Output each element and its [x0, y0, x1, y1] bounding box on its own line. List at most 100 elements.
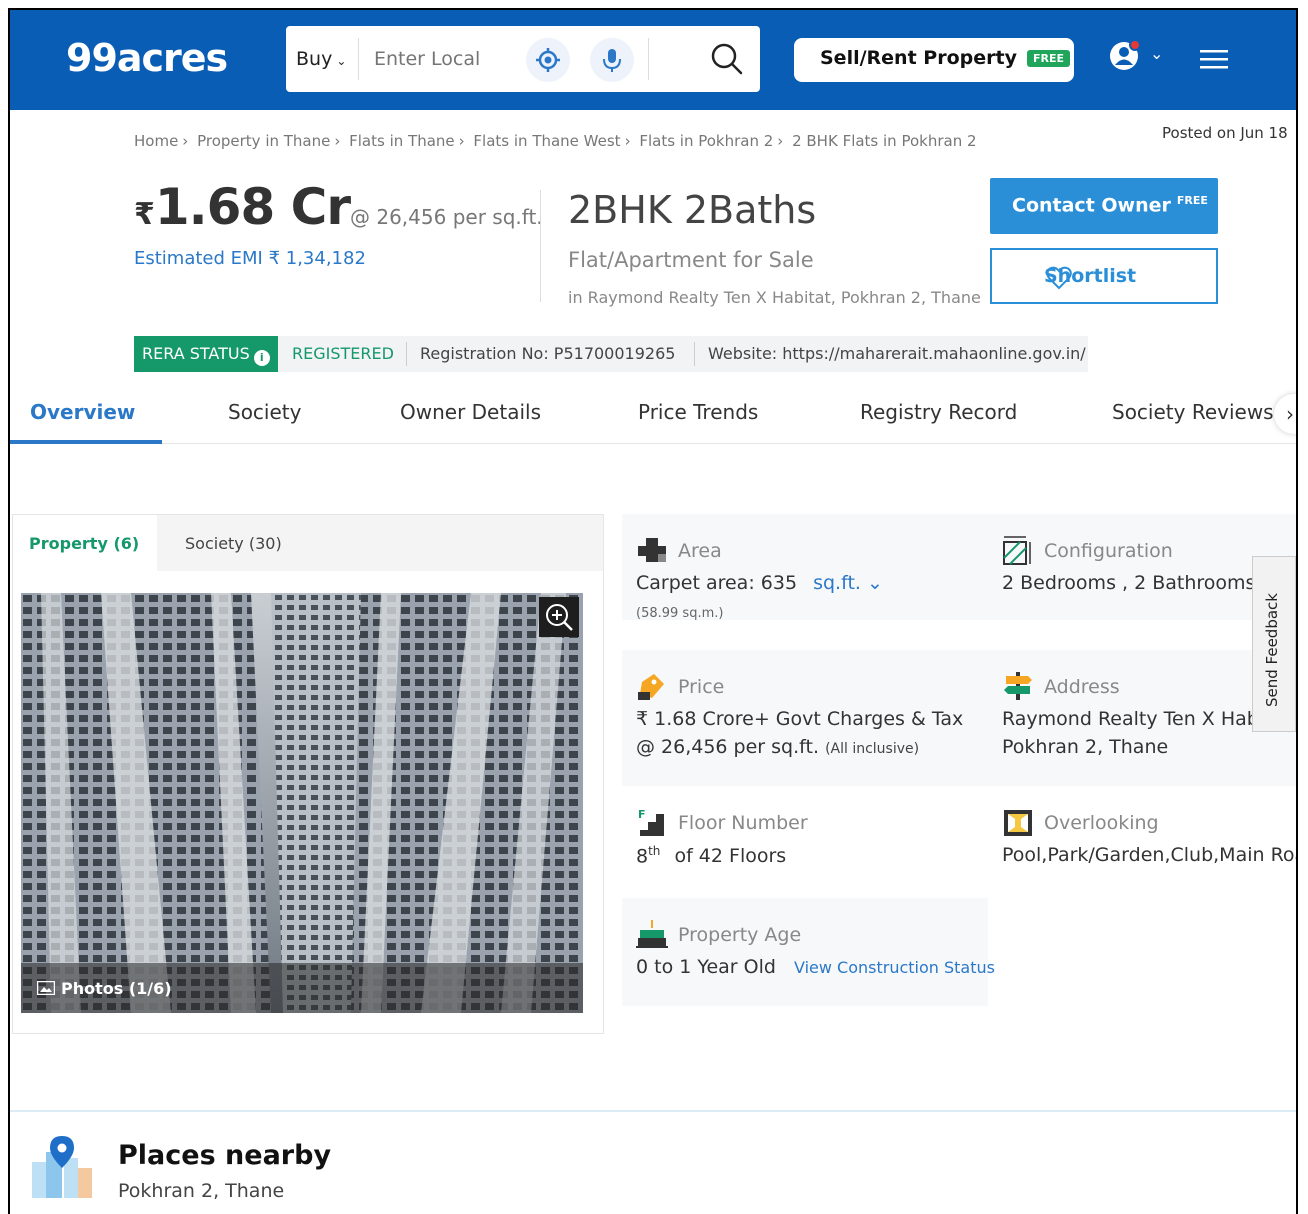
tab-overview[interactable]: Overview	[30, 400, 135, 424]
unit-dropdown[interactable]: sq.ft. ⌄	[813, 572, 883, 594]
search-bar: Buy ⌄	[286, 26, 760, 92]
cake-age-icon	[636, 920, 668, 948]
price-amount: 1.68 Cr	[154, 178, 351, 236]
tab-owner-details[interactable]: Owner Details	[400, 400, 541, 424]
all-inclusive-note: (All inclusive)	[825, 741, 920, 757]
posted-date: Posted on Jun 18	[1162, 124, 1288, 142]
sell-rent-property-button[interactable]: Sell/Rent Property FREE	[794, 38, 1074, 82]
breadcrumb-separator: ›	[334, 132, 341, 150]
listing-title: 2BHK 2Baths	[568, 188, 817, 232]
area-sqm: (58.99 sq.m.)	[636, 606, 724, 621]
detail-overlooking: Overlooking Pool,Park/Garden,Club,Main R…	[988, 786, 1298, 890]
overlooking-label: Overlooking	[1044, 812, 1159, 834]
magnifier-plus-icon	[546, 604, 573, 631]
rera-bar: RERA STATUS i REGISTERED Registration No:…	[134, 336, 1088, 372]
overlooking-value: Pool,Park/Garden,Club,Main Road	[1002, 844, 1298, 866]
gallery-tabs: Property (6) Society (30)	[13, 515, 603, 571]
shortlist-button[interactable]: Shortlist	[990, 248, 1218, 304]
site-logo[interactable]: 99acres	[66, 36, 228, 80]
chevron-right-icon: ›	[1286, 402, 1294, 426]
buy-dropdown[interactable]: Buy ⌄	[296, 48, 346, 70]
tab-price-trends[interactable]: Price Trends	[638, 400, 758, 424]
locality-search-input[interactable]	[374, 44, 514, 74]
rera-website[interactable]: Website: https://maharerait.mahaonline.g…	[708, 344, 1086, 363]
tab-society[interactable]: Society	[228, 400, 301, 424]
property-photo[interactable]: Photos (1/6)	[21, 593, 583, 1013]
image-icon	[37, 981, 55, 995]
price-value: ₹ 1.68 Crore+ Govt Charges & Tax	[636, 708, 964, 730]
property-location: in Raymond Realty Ten X Habitat, Pokhran…	[568, 288, 981, 307]
carpet-area-text: Carpet area: 635	[636, 572, 798, 594]
heart-icon	[1046, 266, 1072, 290]
detail-property-age: Property Age 0 to 1 Year Old View Constr…	[622, 898, 995, 1006]
chevron-down-icon[interactable]: ⌄	[1150, 44, 1163, 63]
gallery-tab-society[interactable]: Society (30)	[157, 515, 357, 571]
rera-registration-number: Registration No: P51700019265	[420, 344, 676, 363]
view-construction-status-link[interactable]: View Construction Status	[794, 958, 995, 977]
address-label: Address	[1044, 676, 1120, 698]
breadcrumb-separator: ›	[624, 132, 631, 150]
tabs-next-arrow[interactable]: ›	[1274, 394, 1296, 434]
city-location-pin-icon	[32, 1136, 92, 1198]
page-scrollbar[interactable]	[1296, 110, 1298, 260]
gallery-tab-property[interactable]: Property (6)	[13, 515, 157, 571]
sell-button-label: Sell/Rent Property	[820, 47, 1017, 69]
breadcrumb: Home › Property in Thane › Flats in Thane ›…	[134, 132, 981, 150]
breadcrumb-separator: ›	[458, 132, 465, 150]
photo-counter-bar: Photos (1/6)	[21, 963, 583, 1013]
locate-me-button[interactable]	[526, 38, 570, 82]
breadcrumb-item[interactable]: Property in Thane	[197, 132, 330, 150]
tab-registry-record[interactable]: Registry Record	[860, 400, 1017, 424]
tab-society-reviews[interactable]: Society Reviews	[1112, 400, 1274, 424]
detail-area: Area Carpet area: 635 sq.ft. ⌄ (58.99 sq…	[622, 514, 988, 621]
price-label: Price	[678, 676, 725, 698]
user-account-icon[interactable]	[1108, 38, 1142, 72]
contact-owner-label: Contact Owner	[1012, 194, 1171, 217]
send-feedback-label: Send Feedback	[1263, 593, 1281, 707]
chevron-down-icon: ⌄	[336, 54, 347, 68]
floor-value: 8th of 42 Floors	[636, 844, 786, 867]
send-feedback-button[interactable]: Send Feedback	[1252, 556, 1296, 732]
places-nearby-title: Places nearby	[118, 1140, 332, 1171]
address-line2: Pokhran 2, Thane	[1002, 736, 1169, 758]
total-floors: of 42 Floors	[674, 845, 787, 868]
active-tab-indicator	[10, 440, 162, 444]
property-age-label: Property Age	[678, 924, 802, 946]
buy-label: Buy	[296, 48, 333, 70]
floor-stairs-icon: F	[638, 808, 664, 836]
location-target-icon	[536, 48, 560, 72]
unit-label: sq.ft.	[813, 572, 861, 594]
price-per-sqft: @ 26,456 per sq.ft.	[350, 205, 543, 229]
breadcrumb-item[interactable]: 2 BHK Flats in Pokhran 2	[792, 132, 976, 150]
area-label: Area	[678, 540, 722, 562]
hamburger-menu-icon[interactable]	[1200, 48, 1228, 70]
contact-owner-button[interactable]: Contact Owner FREE	[990, 178, 1218, 234]
breadcrumb-separator: ›	[777, 132, 784, 150]
price-rate-text: @ 26,456 per sq.ft.	[636, 736, 820, 758]
breadcrumb-item[interactable]: Flats in Thane	[349, 132, 455, 150]
floor-suffix: th	[648, 844, 661, 858]
free-badge: FREE	[1176, 194, 1208, 207]
estimated-emi-link[interactable]: Estimated EMI ₹ 1,34,182	[134, 248, 366, 269]
breadcrumb-item[interactable]: Flats in Thane West	[473, 132, 620, 150]
zoom-in-icon[interactable]	[539, 597, 579, 637]
area-icon	[638, 538, 666, 562]
configuration-value: 2 Bedrooms , 2 Bathrooms	[1002, 572, 1256, 594]
divider	[358, 38, 359, 80]
breadcrumb-item[interactable]: Home	[134, 132, 178, 150]
photo-gallery: Property (6) Society (30) Photos (1/6)	[12, 514, 604, 1034]
floor-label: Floor Number	[678, 812, 808, 834]
voice-search-button[interactable]	[590, 38, 634, 82]
info-icon[interactable]: i	[253, 350, 270, 366]
breadcrumb-item[interactable]: Flats in Pokhran 2	[639, 132, 773, 150]
chevron-down-icon: ⌄	[866, 572, 883, 594]
property-age-value: 0 to 1 Year Old View Construction Status	[636, 956, 995, 978]
search-icon[interactable]	[710, 42, 744, 76]
price-per-sqft-value: @ 26,456 per sq.ft. (All inclusive)	[636, 736, 919, 758]
address-line1: Raymond Realty Ten X Habitat	[1002, 708, 1291, 730]
rera-registered-status: REGISTERED	[292, 344, 394, 363]
svg-text:F: F	[638, 808, 646, 821]
age-text: 0 to 1 Year Old	[636, 956, 776, 978]
photos-counter[interactable]: Photos (1/6)	[37, 979, 172, 998]
free-badge: FREE	[1026, 50, 1070, 67]
